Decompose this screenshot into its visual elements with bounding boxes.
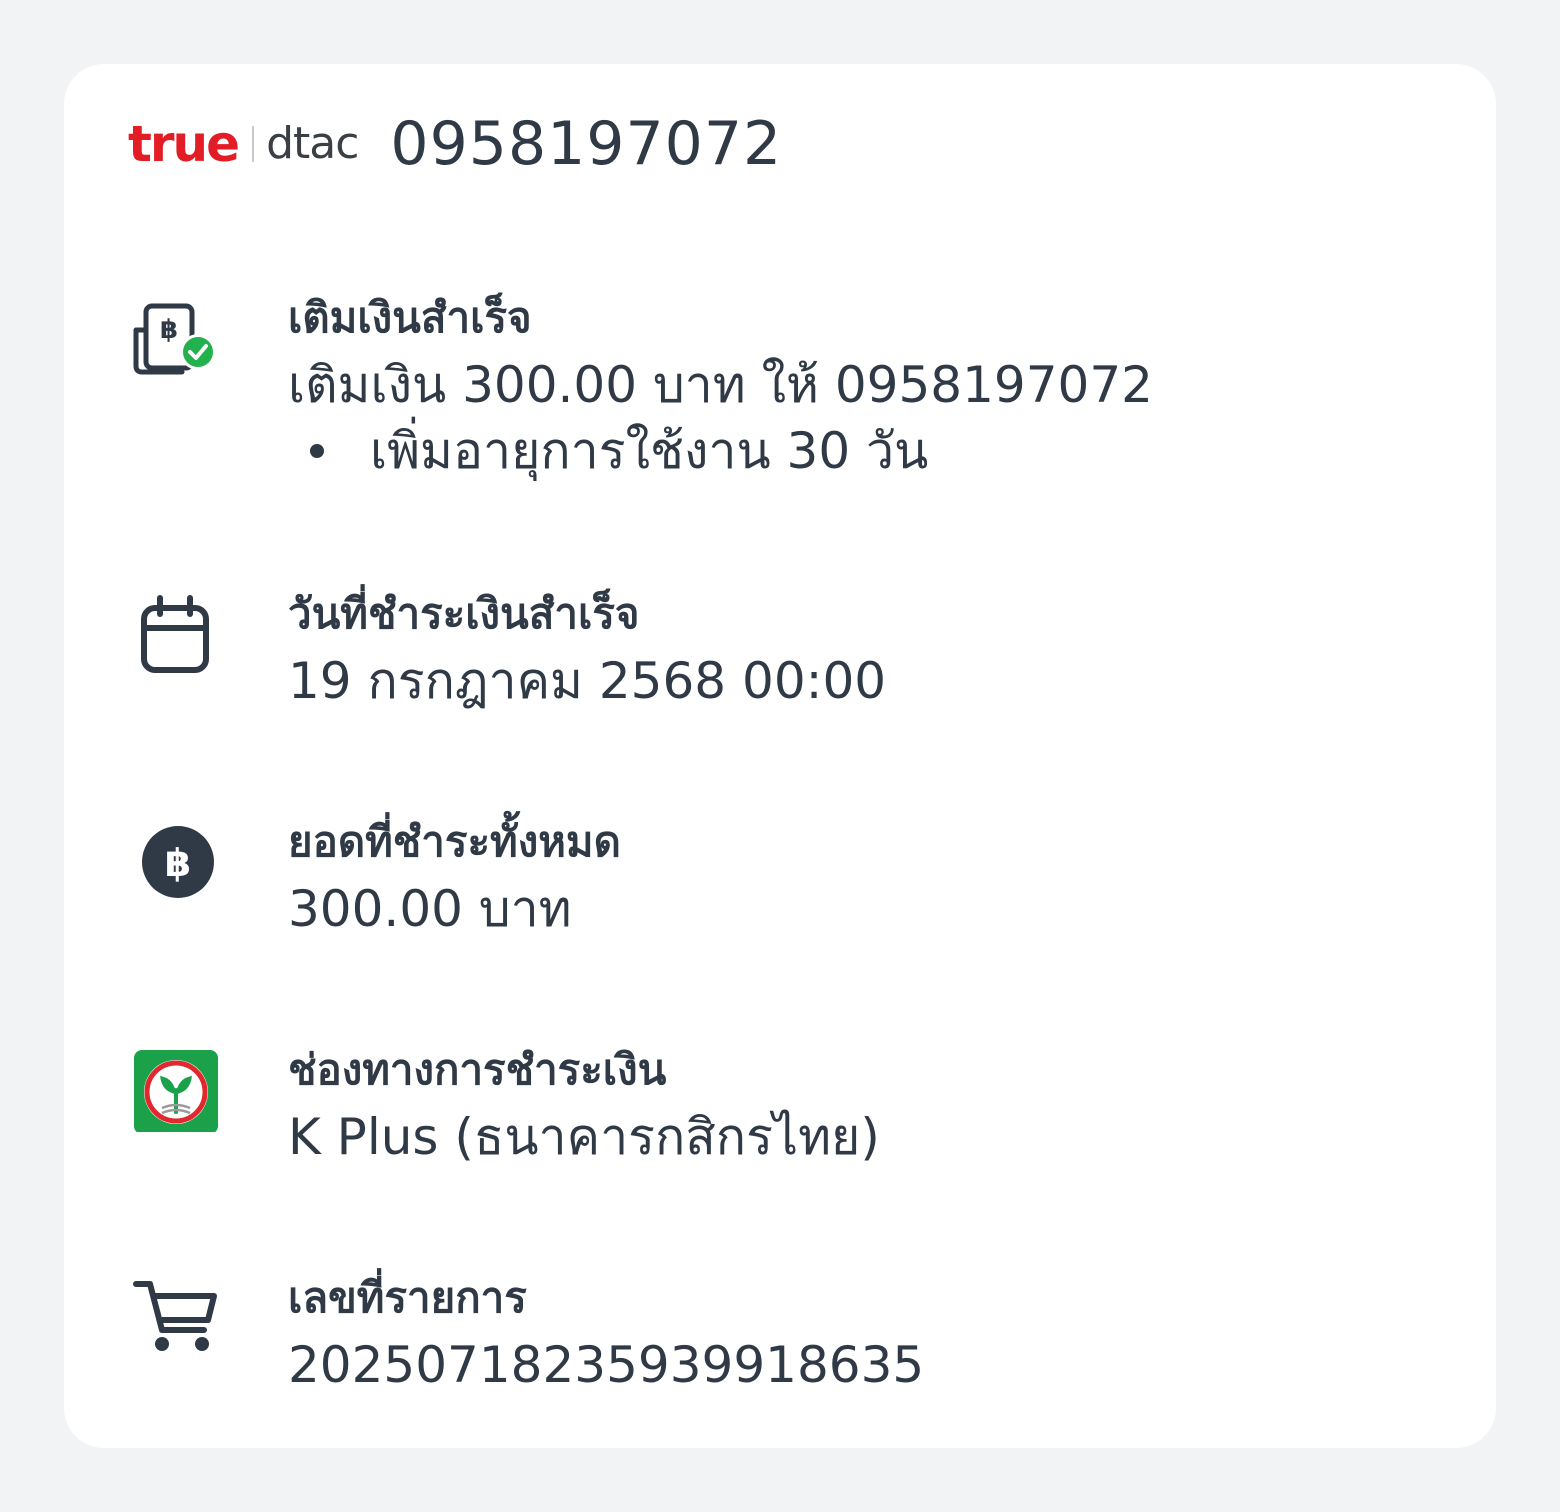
receipt-card: true dtac 0958197072 ฿ เติมเงินสำเร็จ เต… — [64, 64, 1496, 1448]
receipt-header: true dtac 0958197072 — [128, 104, 782, 184]
topup-benefit-item: เพิ่มอายุการใช้งาน 30 วัน — [288, 418, 1456, 484]
baht-coin-icon: ฿ — [132, 816, 220, 904]
payment-date-value: 19 กรกฎาคม 2568 00:00 — [288, 652, 887, 710]
true-dtac-logo: true dtac — [128, 104, 359, 184]
total-paid-value: 300.00 บาท — [288, 880, 572, 938]
wallet-check-icon: ฿ — [132, 300, 220, 388]
topup-success-label: เติมเงินสำเร็จ — [288, 293, 532, 342]
svg-text:฿: ฿ — [165, 841, 191, 885]
transaction-number-value: 20250718235939918635 — [288, 1336, 925, 1394]
brand-true-text: true — [128, 115, 240, 173]
total-paid-text: ยอดที่ชำระทั้งหมด 300.00 บาท — [288, 812, 1456, 942]
payment-date-text: วันที่ชำระเงินสำเร็จ 19 กรกฎาคม 2568 00:… — [288, 584, 1456, 714]
payment-date-label: วันที่ชำระเงินสำเร็จ — [288, 589, 640, 638]
payment-channel-text: ช่องทางการชำระเงิน K Plus (ธนาคารกสิกรไท… — [288, 1040, 1456, 1170]
phone-number: 0958197072 — [390, 109, 783, 179]
brand-dtac-text: dtac — [266, 118, 359, 169]
brand-divider — [252, 126, 255, 162]
topup-success-text: เติมเงินสำเร็จ เติมเงิน 300.00 บาท ให้ 0… — [288, 288, 1456, 484]
payment-channel-label: ช่องทางการชำระเงิน — [288, 1045, 667, 1094]
calendar-icon — [132, 592, 220, 680]
topup-amount-value: เติมเงิน 300.00 บาท ให้ 0958197072 — [288, 356, 1153, 414]
topup-benefit-text: เพิ่มอายุการใช้งาน 30 วัน — [370, 422, 929, 480]
cart-icon — [132, 1272, 220, 1360]
transaction-number-label: เลขที่รายการ — [288, 1273, 527, 1322]
kplus-logo-icon — [132, 1044, 220, 1134]
svg-text:฿: ฿ — [160, 315, 178, 345]
transaction-number-text: เลขที่รายการ 20250718235939918635 — [288, 1268, 1456, 1398]
bullet-dot — [310, 443, 324, 458]
payment-channel-value: K Plus (ธนาคารกสิกรไทย) — [288, 1108, 880, 1166]
total-paid-label: ยอดที่ชำระทั้งหมด — [288, 817, 621, 866]
